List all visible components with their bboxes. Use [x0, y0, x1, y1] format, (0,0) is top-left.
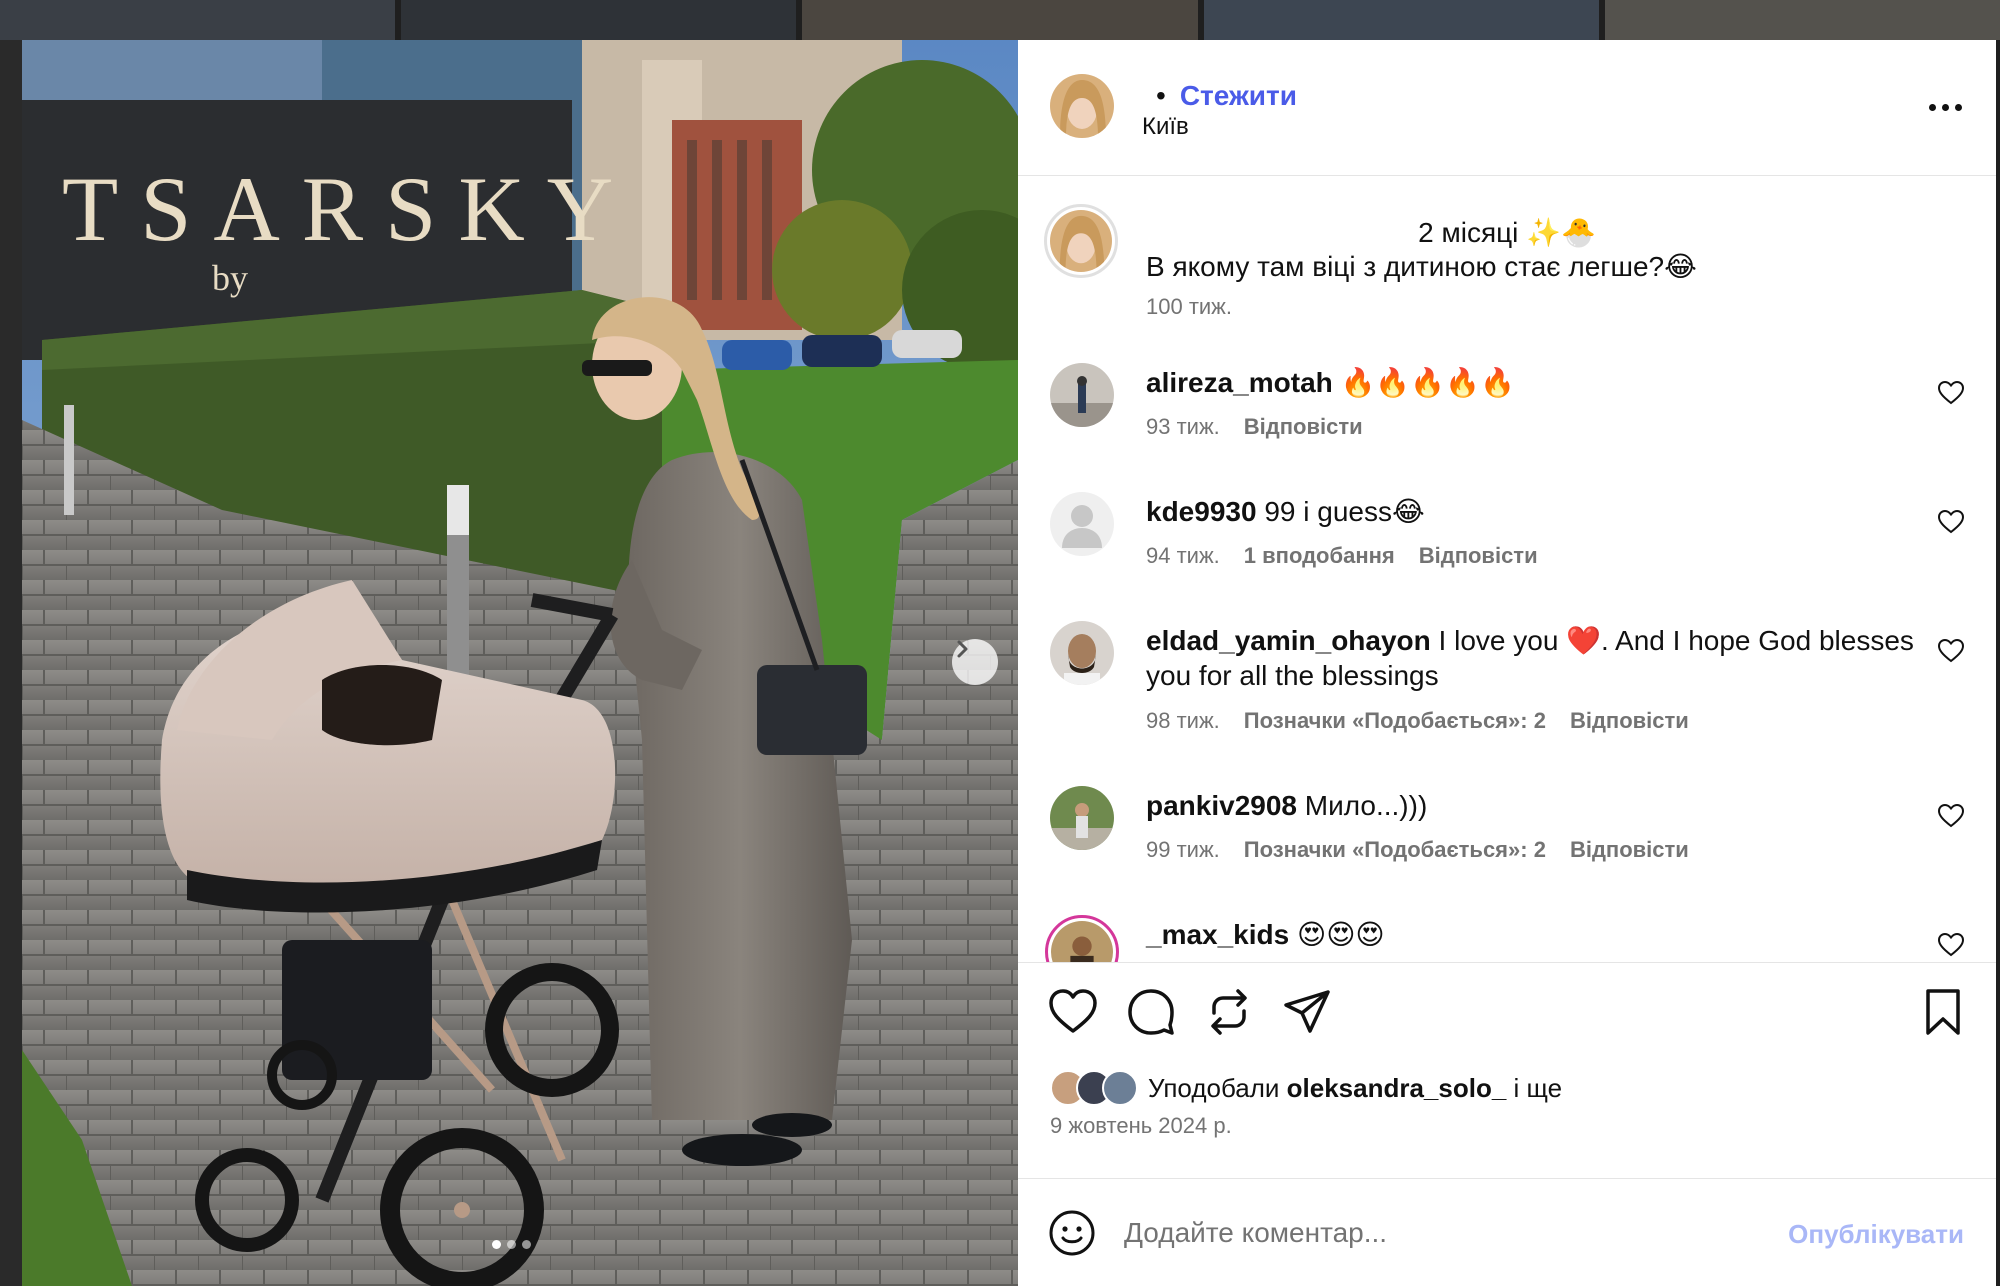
- comment-text: 99 i guess😂: [1264, 496, 1425, 527]
- bookmark-icon[interactable]: [1918, 987, 1968, 1037]
- photo-illustration: TSARSKY by: [22, 40, 1018, 1286]
- carousel-dot: [507, 1240, 516, 1249]
- caption-text-line2: В якому там віці з дитиною стає легше?😂: [1146, 251, 1697, 282]
- caption-text-line1: 2 місяці ✨🐣: [1418, 217, 1596, 248]
- carousel-dot: [522, 1240, 531, 1249]
- comment-body: kde9930 99 i guess😂: [1146, 494, 1916, 529]
- comment-meta: 99 тиж. Позначки «Подобається»: 2 Відпов…: [1146, 837, 1689, 863]
- comment-body: pankiv2908 Мило...))): [1146, 788, 1916, 823]
- like-heart-icon[interactable]: [1048, 987, 1098, 1037]
- comment-time[interactable]: 93 тиж.: [1146, 414, 1220, 440]
- comment-text: Мило...))): [1304, 790, 1428, 821]
- comment-username[interactable]: _max_kids: [1146, 919, 1289, 950]
- like-comment-heart-icon[interactable]: [1938, 381, 1964, 405]
- emoji-smiley-icon[interactable]: [1048, 1209, 1096, 1257]
- comment-body: alireza_motah 🔥🔥🔥🔥🔥: [1146, 365, 1916, 400]
- comment-meta: 93 тиж. Відповісти: [1146, 414, 1363, 440]
- commenter-avatar[interactable]: [1050, 621, 1114, 685]
- carousel-dots: [492, 1240, 531, 1249]
- comment-username[interactable]: eldad_yamin_ohayon: [1146, 625, 1431, 656]
- commenter-avatar[interactable]: [1050, 786, 1114, 850]
- comment-meta: 98 тиж. Позначки «Подобається»: 2 Відпов…: [1146, 708, 1689, 734]
- comment-username[interactable]: kde9930: [1146, 496, 1257, 527]
- more-options-icon[interactable]: [1922, 92, 1968, 122]
- likes-summary: Уподобали oleksandra_solo_ і ще: [1050, 1070, 1562, 1106]
- post-header: • Стежити Київ: [1018, 40, 1996, 176]
- caption-time[interactable]: 100 тиж.: [1146, 294, 1232, 320]
- add-comment-bar: Опублікувати: [1018, 1178, 1996, 1286]
- post-modal: TSARSKY by • Стежити Київ 2 місяці ✨🐣 В …: [22, 40, 1996, 1286]
- comment-time[interactable]: 94 тиж.: [1146, 543, 1220, 569]
- sign-sub-text: by: [212, 258, 248, 298]
- comment-body: _max_kids 😍😍😍: [1146, 917, 1916, 952]
- repost-icon[interactable]: [1204, 987, 1254, 1037]
- post-comment-button[interactable]: Опублікувати: [1788, 1219, 1964, 1250]
- like-comment-heart-icon[interactable]: [1938, 933, 1964, 957]
- likes-text[interactable]: Уподобали oleksandra_solo_ і ще: [1148, 1073, 1562, 1104]
- author-avatar[interactable]: [1050, 74, 1114, 138]
- chevron-right-icon: [957, 640, 968, 658]
- comment-body: eldad_yamin_ohayon I love you ❤️. And I …: [1146, 623, 1916, 693]
- comment-bubble-icon[interactable]: [1126, 987, 1176, 1037]
- likes-suffix[interactable]: і ще: [1514, 1073, 1563, 1103]
- author-line: • Стежити: [1142, 80, 1297, 112]
- likers-avatars[interactable]: [1050, 1070, 1138, 1106]
- sign-text: TSARSKY: [62, 158, 635, 260]
- liker-username[interactable]: oleksandra_solo_: [1287, 1073, 1507, 1103]
- comments-list[interactable]: 2 місяці ✨🐣 В якому там віці з дитиною с…: [1018, 176, 1996, 962]
- post-location[interactable]: Київ: [1142, 113, 1189, 141]
- post-details-pane: • Стежити Київ 2 місяці ✨🐣 В якому там в…: [1018, 40, 1996, 1286]
- comment-input[interactable]: [1124, 1209, 1724, 1257]
- comment-text: 😍😍😍: [1297, 919, 1385, 950]
- comment-likes-count[interactable]: 1 вподобання: [1244, 543, 1395, 569]
- comment-text: 🔥🔥🔥🔥🔥: [1340, 367, 1515, 398]
- reply-button[interactable]: Відповісти: [1570, 708, 1689, 734]
- comment-username[interactable]: alireza_motah: [1146, 367, 1333, 398]
- comment-meta: 94 тиж. 1 вподобання Відповісти: [1146, 543, 1538, 569]
- like-comment-heart-icon[interactable]: [1938, 639, 1964, 663]
- comment-username[interactable]: pankiv2908: [1146, 790, 1297, 821]
- background-feed-strip: [0, 0, 2000, 40]
- reply-button[interactable]: Відповісти: [1244, 414, 1363, 440]
- comment-likes-count[interactable]: Позначки «Подобається»: 2: [1244, 837, 1546, 863]
- commenter-avatar[interactable]: [1045, 915, 1119, 962]
- reply-button[interactable]: Відповісти: [1570, 837, 1689, 863]
- comment-likes-count[interactable]: Позначки «Подобається»: 2: [1244, 708, 1546, 734]
- commenter-avatar[interactable]: [1050, 363, 1114, 427]
- post-date[interactable]: 9 жовтень 2024 р.: [1050, 1113, 1232, 1139]
- commenter-avatar[interactable]: [1050, 492, 1114, 556]
- background-feed-left: [0, 40, 22, 1286]
- reply-button[interactable]: Відповісти: [1419, 543, 1538, 569]
- follow-button[interactable]: Стежити: [1180, 80, 1297, 112]
- post-actions: Уподобали oleksandra_solo_ і ще 9 жовтен…: [1018, 962, 1996, 1178]
- comment-time[interactable]: 99 тиж.: [1146, 837, 1220, 863]
- comment-time[interactable]: 98 тиж.: [1146, 708, 1220, 734]
- next-photo-button[interactable]: [952, 639, 998, 685]
- carousel-dot: [492, 1240, 501, 1249]
- separator-dot: •: [1156, 80, 1166, 111]
- likes-prefix: Уподобали: [1148, 1072, 1280, 1103]
- like-comment-heart-icon[interactable]: [1938, 804, 1964, 828]
- share-send-icon[interactable]: [1282, 987, 1332, 1037]
- like-comment-heart-icon[interactable]: [1938, 510, 1964, 534]
- post-photo[interactable]: TSARSKY by: [22, 40, 1018, 1286]
